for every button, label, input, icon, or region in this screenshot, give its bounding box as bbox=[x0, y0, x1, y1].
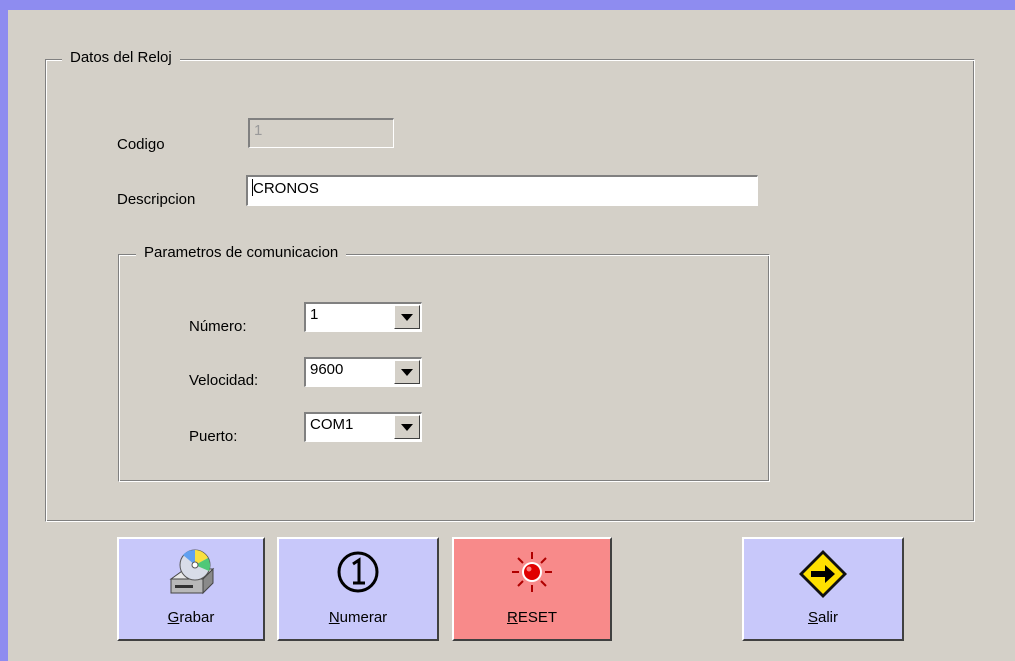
window-left-border bbox=[0, 0, 8, 661]
salir-label: Salir bbox=[807, 609, 839, 626]
grabar-button[interactable]: Grabar bbox=[117, 537, 265, 641]
descripcion-field[interactable]: CRONOS bbox=[246, 175, 758, 206]
reset-button[interactable]: RESET bbox=[452, 537, 612, 641]
codigo-value: 1 bbox=[254, 122, 263, 139]
window-top-border bbox=[0, 0, 1015, 10]
velocidad-label: Velocidad: bbox=[189, 372, 259, 389]
parametros-group bbox=[118, 254, 770, 482]
puerto-value: COM1 bbox=[310, 416, 354, 433]
datos-reloj-title: Datos del Reloj bbox=[62, 49, 180, 66]
salir-button[interactable]: Salir bbox=[742, 537, 904, 641]
puerto-select[interactable]: COM1 bbox=[304, 412, 422, 442]
velocidad-dropdown-button[interactable] bbox=[394, 360, 420, 384]
circled-one-icon bbox=[333, 547, 383, 601]
velocidad-value: 9600 bbox=[310, 361, 344, 378]
codigo-field[interactable]: 1 bbox=[248, 118, 394, 148]
codigo-label: Codigo bbox=[117, 136, 165, 153]
chevron-down-icon bbox=[401, 368, 413, 376]
numero-label: Número: bbox=[189, 318, 247, 335]
numerar-button[interactable]: Numerar bbox=[277, 537, 439, 641]
chevron-down-icon bbox=[401, 313, 413, 321]
grabar-label: Grabar bbox=[167, 609, 215, 626]
exit-arrow-sign-icon bbox=[796, 547, 850, 605]
velocidad-select[interactable]: 9600 bbox=[304, 357, 422, 387]
descripcion-value: CRONOS bbox=[253, 180, 319, 197]
puerto-label: Puerto: bbox=[189, 428, 238, 445]
numero-select[interactable]: 1 bbox=[304, 302, 422, 332]
numerar-label: Numerar bbox=[328, 609, 388, 626]
puerto-dropdown-button[interactable] bbox=[394, 415, 420, 439]
chevron-down-icon bbox=[401, 423, 413, 431]
reset-label: RESET bbox=[506, 609, 558, 626]
numero-value: 1 bbox=[310, 306, 319, 323]
numero-dropdown-button[interactable] bbox=[394, 305, 420, 329]
parametros-title: Parametros de comunicacion bbox=[136, 244, 347, 261]
disk-drive-icon bbox=[165, 547, 217, 603]
descripcion-label: Descripcion bbox=[117, 191, 196, 208]
red-light-icon bbox=[507, 547, 557, 601]
